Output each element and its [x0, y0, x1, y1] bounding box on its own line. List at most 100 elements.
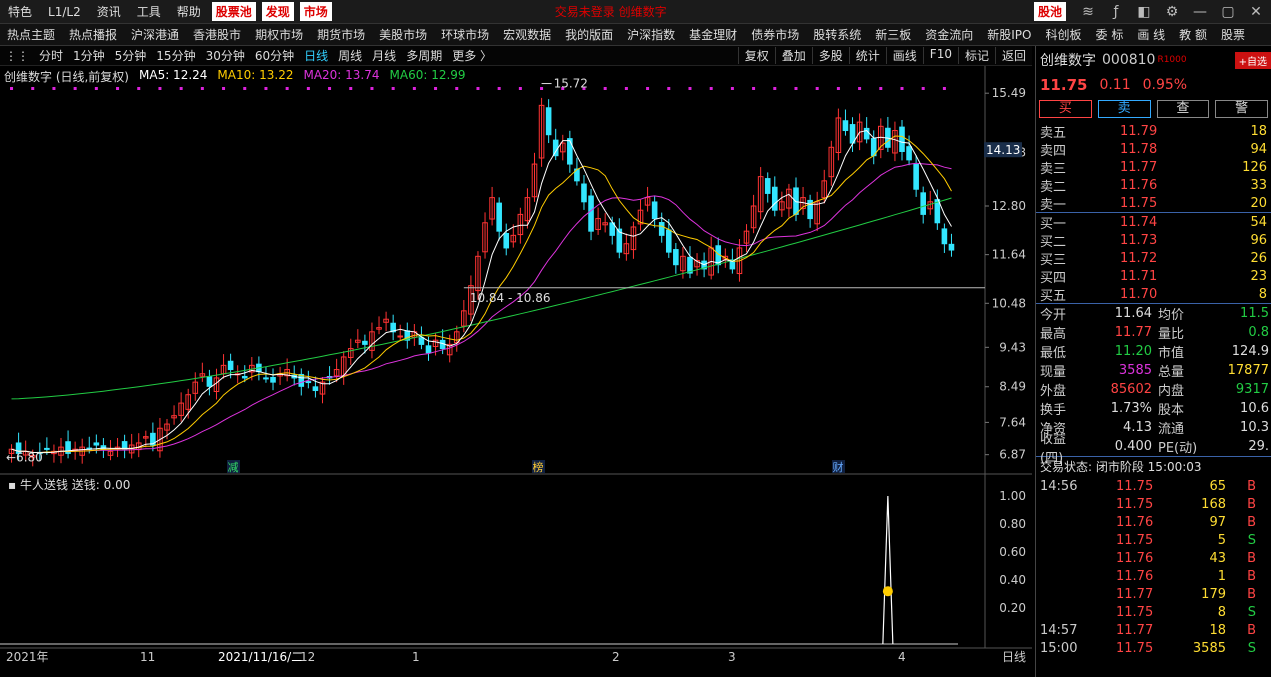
- candle-body[interactable]: [496, 202, 502, 232]
- candle-body[interactable]: [227, 360, 234, 371]
- candle-body[interactable]: [93, 442, 100, 446]
- nav-item[interactable]: 热点主题: [0, 26, 62, 43]
- chart-tool-button[interactable]: 统计: [848, 47, 886, 64]
- candle-body[interactable]: [863, 127, 870, 140]
- nav-item[interactable]: 资金流向: [918, 26, 980, 43]
- candle-body[interactable]: [771, 186, 778, 211]
- candle-body[interactable]: [397, 335, 404, 338]
- period-tab[interactable]: 日线: [299, 47, 333, 64]
- bid-row[interactable]: 买一 11.74 54: [1036, 213, 1271, 232]
- chart-tool-button[interactable]: 返回: [994, 47, 1032, 64]
- period-tab[interactable]: 15分钟: [151, 47, 200, 64]
- chart-tool-button[interactable]: 标记: [957, 47, 995, 64]
- nav-item[interactable]: 股票: [1214, 26, 1252, 43]
- nav-item[interactable]: 美股市场: [372, 26, 434, 43]
- candle-body[interactable]: [658, 222, 665, 236]
- alert-button[interactable]: 警: [1215, 100, 1268, 118]
- event-marker[interactable]: 财: [833, 460, 844, 474]
- bid-row[interactable]: 买五 11.70 8: [1036, 285, 1271, 304]
- period-tab[interactable]: 周线: [333, 47, 367, 64]
- candle-body[interactable]: [920, 192, 926, 215]
- menu-item-news[interactable]: 资讯: [89, 3, 129, 20]
- buy-button[interactable]: 买: [1039, 100, 1092, 118]
- chart-tool-button[interactable]: 复权: [737, 47, 775, 64]
- formula-icon[interactable]: ƒ: [1107, 4, 1125, 20]
- period-tab[interactable]: 1分钟: [68, 47, 110, 64]
- maximize-icon[interactable]: ▢: [1219, 4, 1237, 20]
- candle-body[interactable]: [425, 345, 432, 354]
- add-watchlist-button[interactable]: +自选: [1234, 51, 1271, 69]
- nav-item[interactable]: 环球市场: [434, 26, 496, 43]
- sell-button[interactable]: 卖: [1097, 100, 1151, 118]
- chart-tool-button[interactable]: 多股: [811, 47, 849, 64]
- stock-pool-badge[interactable]: 股池: [1033, 2, 1066, 21]
- period-tab[interactable]: 5分钟: [110, 47, 152, 64]
- candle-body[interactable]: [948, 243, 955, 251]
- candle-body[interactable]: [651, 201, 658, 220]
- layers-icon[interactable]: ≋: [1079, 4, 1097, 20]
- candle-body[interactable]: [588, 195, 594, 232]
- chart-type-icon[interactable]: ◧: [1135, 4, 1153, 20]
- nav-item[interactable]: 热点播报: [62, 26, 124, 43]
- nav-item[interactable]: 宏观数据: [496, 26, 558, 43]
- candle-body[interactable]: [567, 138, 573, 165]
- ask-row[interactable]: 卖四 11.78 94: [1036, 140, 1271, 159]
- nav-item[interactable]: 沪深指数: [620, 26, 682, 43]
- candle-body[interactable]: [906, 146, 912, 161]
- period-tab[interactable]: 多周期: [401, 47, 447, 64]
- bid-row[interactable]: 买二 11.73 96: [1036, 231, 1271, 250]
- chart-tool-button[interactable]: 叠加: [774, 47, 812, 64]
- ask-row[interactable]: 卖五 11.79 18: [1036, 122, 1271, 141]
- nav-item[interactable]: 沪深港通: [124, 26, 186, 43]
- period-tab[interactable]: 30分钟: [201, 47, 250, 64]
- nav-item[interactable]: 我的版面: [558, 26, 620, 43]
- ask-row[interactable]: 卖一 11.75 20: [1036, 194, 1271, 213]
- period-tab[interactable]: 分时: [34, 47, 68, 64]
- candle-body[interactable]: [941, 228, 948, 245]
- candle-body[interactable]: [899, 126, 905, 152]
- ask-row[interactable]: 卖二 11.76 33: [1036, 176, 1271, 195]
- chart-tool-button[interactable]: 画线: [885, 47, 923, 64]
- bid-row[interactable]: 买三 11.72 26: [1036, 249, 1271, 268]
- kline-chart[interactable]: 15.4914.0812.8011.6410.489.438.497.646.8…: [0, 66, 1032, 677]
- nav-item[interactable]: 委 标: [1089, 26, 1131, 43]
- candle-body[interactable]: [503, 232, 510, 249]
- candle-body[interactable]: [362, 340, 368, 345]
- nav-item[interactable]: 期货市场: [310, 26, 372, 43]
- candle-body[interactable]: [418, 337, 425, 345]
- nav-item[interactable]: 科创板: [1038, 26, 1088, 43]
- ask-row[interactable]: 卖三 11.77 126: [1036, 158, 1271, 177]
- nav-item[interactable]: 新三板: [868, 26, 918, 43]
- candle-body[interactable]: [305, 381, 312, 384]
- minimize-icon[interactable]: —: [1191, 4, 1209, 20]
- candle-body[interactable]: [270, 377, 276, 383]
- market-button[interactable]: 市场: [299, 2, 332, 21]
- nav-item[interactable]: 教 额: [1172, 26, 1214, 43]
- candle-body[interactable]: [913, 164, 919, 190]
- menu-item-help[interactable]: 帮助: [169, 3, 209, 20]
- period-tab[interactable]: 更多 〉: [447, 47, 497, 64]
- nav-item[interactable]: 债券市场: [744, 26, 806, 43]
- menu-item-tools[interactable]: 工具: [129, 3, 169, 20]
- period-tab[interactable]: 60分钟: [250, 47, 299, 64]
- candle-body[interactable]: [581, 183, 587, 203]
- bid-row[interactable]: 买四 11.71 23: [1036, 267, 1271, 286]
- event-marker[interactable]: 减: [228, 461, 239, 474]
- stock-pool-button[interactable]: 股票池: [211, 2, 256, 21]
- nav-item[interactable]: 股转系统: [806, 26, 868, 43]
- candle-body[interactable]: [312, 386, 319, 392]
- event-marker[interactable]: 榜: [533, 460, 544, 474]
- candle-body[interactable]: [764, 178, 771, 194]
- nav-item[interactable]: 新股IPO: [980, 26, 1038, 43]
- candle-body[interactable]: [241, 375, 248, 379]
- query-button[interactable]: 查: [1156, 100, 1210, 118]
- menu-item-level[interactable]: L1/L2: [40, 5, 89, 19]
- candle-body[interactable]: [842, 120, 849, 132]
- close-icon[interactable]: ✕: [1247, 4, 1265, 20]
- discover-button[interactable]: 发现: [261, 2, 294, 21]
- menu-item-special[interactable]: 特色: [0, 3, 40, 20]
- chart-tool-button[interactable]: F10: [922, 47, 958, 64]
- nav-item[interactable]: 香港股市: [186, 26, 248, 43]
- candle-body[interactable]: [545, 107, 552, 136]
- grid-icon[interactable]: ⋮⋮: [0, 49, 34, 63]
